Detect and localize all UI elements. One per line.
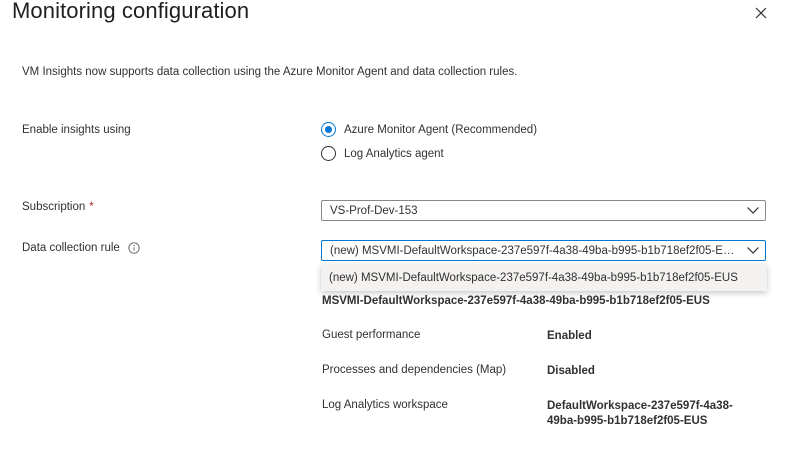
dropdown-option[interactable]: (new) MSVMI-DefaultWorkspace-237e597f-4a… [321, 264, 767, 291]
radio-label: Log Analytics agent [344, 147, 444, 160]
workspace-value-line2: 49ba-b995-b1b718ef2f05-EUS [547, 415, 708, 427]
page-title: Monitoring configuration [12, 0, 250, 23]
data-collection-rule-select[interactable]: (new) MSVMI-DefaultWorkspace-237e597f-4a… [321, 240, 766, 261]
data-collection-rule-label: Data collection rule [22, 242, 140, 254]
info-icon[interactable] [128, 242, 140, 254]
radio-button[interactable] [321, 146, 336, 161]
subscription-label: Subscription * [22, 201, 94, 213]
rule-name: MSVMI-DefaultWorkspace-237e597f-4a38-49b… [322, 295, 710, 307]
radio-log-analytics-agent[interactable]: Log Analytics agent [321, 146, 444, 161]
close-button[interactable] [750, 2, 772, 24]
data-collection-rule-label-text: Data collection rule [22, 242, 120, 254]
required-marker: * [89, 201, 94, 213]
subscription-label-text: Subscription [22, 201, 86, 213]
processes-dependencies-label: Processes and dependencies (Map) [322, 364, 507, 376]
radio-label: Azure Monitor Agent (Recommended) [344, 123, 538, 136]
guest-performance-label: Guest performance [322, 329, 421, 341]
intro-text: VM Insights now supports data collection… [22, 66, 518, 78]
chevron-down-icon [741, 207, 765, 214]
log-analytics-workspace-label: Log Analytics workspace [322, 399, 448, 411]
enable-insights-label: Enable insights using [22, 124, 131, 136]
guest-performance-value: Enabled [547, 330, 592, 342]
subscription-value: VS-Prof-Dev-153 [330, 204, 418, 217]
radio-button-selected[interactable] [321, 122, 336, 137]
processes-dependencies-value: Disabled [547, 365, 595, 377]
close-icon [755, 7, 767, 19]
radio-azure-monitor-agent[interactable]: Azure Monitor Agent (Recommended) [321, 122, 537, 137]
workspace-value-line1: DefaultWorkspace-237e597f-4a38- [547, 400, 733, 412]
subscription-select[interactable]: VS-Prof-Dev-153 [321, 200, 766, 221]
data-collection-rule-dropdown: (new) MSVMI-DefaultWorkspace-237e597f-4a… [321, 264, 767, 291]
log-analytics-workspace-value: DefaultWorkspace-237e597f-4a38- 49ba-b99… [547, 399, 733, 429]
data-collection-rule-value: (new) MSVMI-DefaultWorkspace-237e597f-4a… [330, 244, 739, 257]
chevron-down-icon [741, 247, 765, 254]
